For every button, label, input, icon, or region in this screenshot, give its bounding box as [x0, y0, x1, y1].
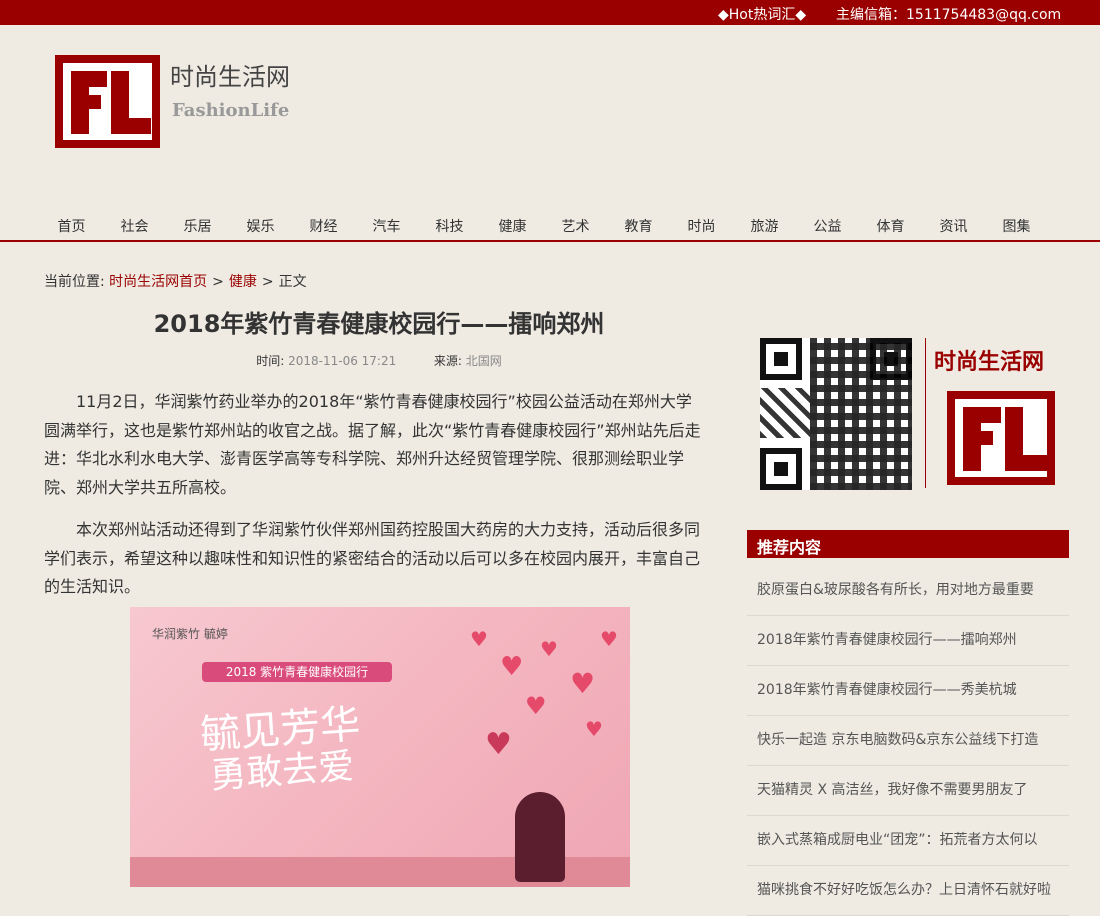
- logo-inner: [63, 63, 152, 140]
- promo-slogan-2: 勇敢去爱: [208, 746, 356, 797]
- article-body: 11月2日，华润紫竹药业举办的2018年“紫竹青春健康校园行”校园公益活动在郑州…: [44, 388, 704, 616]
- main-nav: 首页 社会 乐居 娱乐 财经 汽车 科技 健康 艺术 教育 时尚 旅游 公益 体…: [0, 200, 1100, 242]
- editor-email: 主编信箱：1511754483@qq.com: [836, 4, 1061, 24]
- nav-item-finance[interactable]: 财经: [292, 216, 355, 236]
- heart-icon: ♥: [500, 652, 524, 682]
- recommend-item[interactable]: 2018年紫竹青春健康校园行——擂响郑州: [747, 616, 1069, 666]
- couple-silhouette: [515, 792, 565, 882]
- recommend-item[interactable]: 快乐一起造 京东电脑数码&京东公益线下打造: [747, 716, 1069, 766]
- recommend-item[interactable]: 猫咪挑食不好好吃饭怎么办？上日清怀石就好啦: [747, 866, 1069, 916]
- nav-item-home-living[interactable]: 乐居: [166, 216, 229, 236]
- breadcrumb-category-link[interactable]: 健康: [229, 274, 257, 290]
- heart-icon: ♥: [540, 637, 558, 661]
- promo-brand: 华润紫竹 毓婷: [152, 627, 228, 641]
- breadcrumb-sep: >: [212, 274, 224, 290]
- breadcrumb: 当前位置: 时尚生活网首页 > 健康 > 正文: [44, 271, 307, 291]
- hot-words-link[interactable]: ◆Hot热词汇◆: [718, 4, 806, 24]
- nav-item-education[interactable]: 教育: [607, 216, 670, 236]
- nav-item-society[interactable]: 社会: [103, 216, 166, 236]
- nav-item-news[interactable]: 资讯: [922, 216, 985, 236]
- nav-item-gallery[interactable]: 图集: [985, 216, 1048, 236]
- nav-item-entertainment[interactable]: 娱乐: [229, 216, 292, 236]
- site-name-cn: 时尚生活网: [170, 63, 290, 91]
- article-title: 2018年紫竹青春健康校园行——擂响郑州: [153, 310, 605, 338]
- editor-email-address[interactable]: 1511754483@qq.com: [906, 7, 1061, 23]
- source-label: 来源:: [433, 354, 462, 368]
- nav-item-charity[interactable]: 公益: [796, 216, 859, 236]
- breadcrumb-sep: >: [261, 274, 274, 290]
- nav-item-auto[interactable]: 汽车: [355, 216, 418, 236]
- recommend-item[interactable]: 2018年紫竹青春健康校园行——秀美杭城: [747, 666, 1069, 716]
- heart-icon: ♥: [570, 667, 596, 700]
- heart-icon: ♥: [585, 717, 603, 741]
- article-source: 北国网: [465, 354, 502, 368]
- recommend-item[interactable]: 嵌入式蒸箱成厨电业“团宠”：拓荒者方太何以: [747, 816, 1069, 866]
- breadcrumb-current: 正文: [278, 274, 307, 290]
- time-label: 时间:: [256, 354, 285, 368]
- site-name-en: FashionLife: [172, 100, 290, 121]
- heart-icon: ♥: [470, 627, 488, 651]
- heart-icon: ♥: [525, 692, 547, 720]
- article-image: 华润紫竹 毓婷 2018 紫竹青春健康校园行 毓见芳华 勇敢去爱 ♥ ♥ ♥ ♥…: [130, 607, 630, 887]
- nav-item-health[interactable]: 健康: [481, 216, 544, 236]
- nav-item-art[interactable]: 艺术: [544, 216, 607, 236]
- article-meta: 时间: 2018-11-06 17:21 来源: 北国网: [44, 352, 714, 369]
- publish-time: 2018-11-06 17:21: [288, 354, 397, 368]
- breadcrumb-label: 当前位置:: [44, 274, 105, 290]
- sidebar-brand: 时尚生活网: [934, 350, 1045, 375]
- nav-item-tech[interactable]: 科技: [418, 216, 481, 236]
- sidebar-divider: [925, 338, 926, 488]
- heart-icon: ♥: [600, 627, 618, 651]
- sidebar-logo: [947, 391, 1055, 485]
- editor-email-label: 主编信箱：: [836, 7, 906, 23]
- recommend-header: 推荐内容: [747, 530, 1069, 558]
- recommend-title: 推荐内容: [757, 538, 822, 557]
- nav-item-sports[interactable]: 体育: [859, 216, 922, 236]
- promo-banner: 2018 紫竹青春健康校园行: [202, 662, 392, 682]
- nav-item-travel[interactable]: 旅游: [733, 216, 796, 236]
- article-paragraph: 本次郑州站活动还得到了华润紫竹伙伴郑州国药控股国大药房的大力支持，活动后很多同学…: [44, 520, 701, 596]
- nav-item-fashion[interactable]: 时尚: [670, 216, 733, 236]
- article-paragraph: 11月2日，华润紫竹药业举办的2018年“紫竹青春健康校园行”校园公益活动在郑州…: [44, 392, 701, 497]
- heart-icon: ♥: [485, 727, 512, 762]
- breadcrumb-home-link[interactable]: 时尚生活网首页: [109, 274, 207, 290]
- recommend-list: 胶原蛋白&玻尿酸各有所长，用对地方最重要 2018年紫竹青春健康校园行——擂响郑…: [747, 566, 1069, 916]
- qr-code: [760, 338, 912, 490]
- nav-item-home[interactable]: 首页: [40, 216, 103, 236]
- site-logo[interactable]: [55, 55, 160, 148]
- top-bar: ◆Hot热词汇◆ 主编信箱：1511754483@qq.com: [0, 0, 1100, 25]
- recommend-item[interactable]: 胶原蛋白&玻尿酸各有所长，用对地方最重要: [747, 566, 1069, 616]
- recommend-item[interactable]: 天猫精灵 X 高洁丝，我好像不需要男朋友了: [747, 766, 1069, 816]
